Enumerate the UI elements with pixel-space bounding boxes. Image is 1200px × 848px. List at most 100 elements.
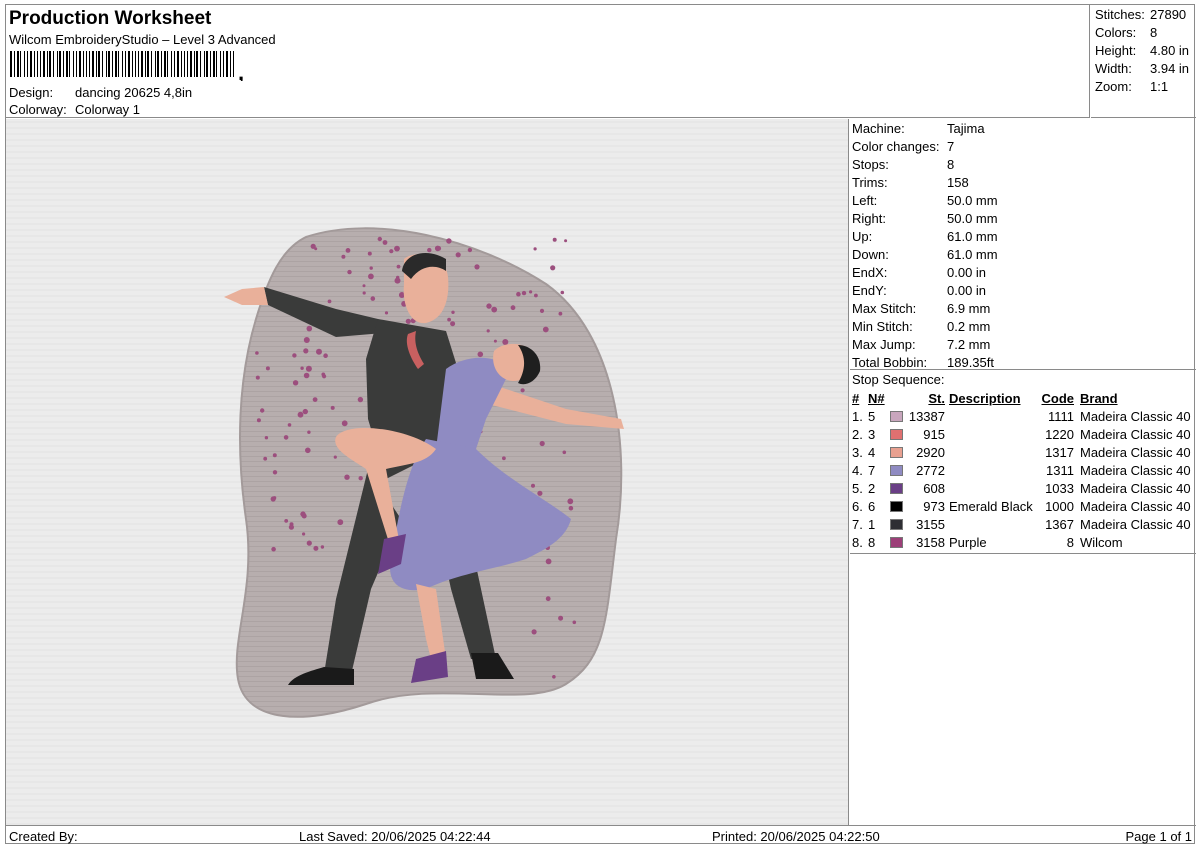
info-value: 6.9 mm (947, 301, 991, 316)
cell-st: 915 (923, 427, 945, 442)
machine-info-row: Left: 50.0 mm (852, 193, 998, 208)
header-n: N# (868, 391, 885, 406)
stat-label: Width: (1095, 61, 1132, 76)
header-code: Code (1041, 391, 1075, 406)
cell-code: 1311 (1046, 463, 1074, 478)
barcode-icon: , (10, 51, 244, 81)
header-num: # (852, 391, 860, 406)
stat-height: Height: 4.80 in (1095, 43, 1189, 58)
machine-info-row: Right: 50.0 mm (852, 211, 998, 226)
info-value: 8 (947, 157, 955, 172)
info-label: Stops: (852, 157, 889, 172)
cell-code: 1111 (1047, 409, 1074, 424)
info-label: Total Bobbin: (852, 355, 928, 370)
cell-n: 6 (868, 499, 876, 514)
stat-label: Stitches: (1095, 7, 1145, 22)
printed-date: Printed: 20/06/2025 04:22:50 (712, 829, 880, 844)
created-by: Created By: (9, 829, 78, 844)
cell-st: 2920 (916, 445, 945, 460)
info-value: 7 (947, 139, 955, 154)
cell-brand: Madeira Classic 40 (1080, 499, 1191, 514)
machine-info-row: Down: 61.0 mm (852, 247, 998, 262)
color-swatch (890, 519, 903, 530)
info-value: 0.2 mm (947, 319, 991, 334)
cell-n: 8 (868, 535, 876, 550)
divider (850, 553, 1196, 554)
info-label: Down: (852, 247, 889, 262)
info-label: Right: (852, 211, 886, 226)
stat-value: 4.80 in (1150, 43, 1190, 58)
info-label: Left: (852, 193, 878, 208)
cell-description: Emerald Black (949, 499, 1033, 514)
color-swatch (890, 465, 903, 476)
colorway-value: Colorway 1 (75, 102, 141, 117)
machine-info-row: Max Jump: 7.2 mm (852, 337, 990, 352)
cell-n: 1 (868, 517, 876, 532)
table-row: 4. 7 2772 1311 Madeira Classic 40 (850, 461, 1196, 479)
info-label: Up: (852, 229, 873, 244)
cell-st: 2772 (916, 463, 945, 478)
color-swatch (890, 483, 903, 494)
info-value: 61.0 mm (947, 229, 998, 244)
info-label: EndY: (852, 283, 887, 298)
design-value: dancing 20625 4,8in (75, 85, 193, 100)
table-row: 2. 3 915 1220 Madeira Classic 40 (850, 425, 1196, 443)
cell-n: 3 (868, 427, 876, 442)
info-value: 158 (947, 175, 969, 190)
footer: Created By: Last Saved: 20/06/2025 04:22… (6, 825, 1196, 845)
stat-value: 27890 (1150, 7, 1187, 22)
info-label: Min Stitch: (852, 319, 913, 334)
cell-st: 3155 (916, 517, 945, 532)
svg-text:,: , (238, 60, 244, 81)
color-swatch (890, 537, 903, 548)
info-value: 189.35ft (947, 355, 994, 370)
page-title: Production Worksheet (9, 8, 212, 29)
machine-info-row: Machine: Tajima (852, 121, 985, 136)
cell-code: 8 (1066, 535, 1074, 550)
cell-code: 1220 (1045, 427, 1074, 442)
colorway-row: Colorway: Colorway 1 (9, 102, 140, 117)
stat-value: 1:1 (1150, 79, 1169, 94)
cell-num: 7. (852, 517, 863, 532)
divider (850, 369, 1196, 370)
design-row: Design: dancing 20625 4,8in (9, 85, 192, 100)
table-row: 5. 2 608 1033 Madeira Classic 40 (850, 479, 1196, 497)
cell-num: 5. (852, 481, 863, 496)
stat-label: Height: (1095, 43, 1137, 58)
design-preview (6, 119, 849, 825)
stat-width: Width: 3.94 in (1095, 61, 1189, 76)
cell-brand: Madeira Classic 40 (1080, 463, 1191, 478)
machine-info-row: Up: 61.0 mm (852, 229, 998, 244)
cell-code: 1367 (1045, 517, 1074, 532)
info-label: Max Stitch: (852, 301, 917, 316)
worksheet: Production Worksheet Wilcom EmbroiderySt… (5, 4, 1196, 845)
table-row: 3. 4 2920 1317 Madeira Classic 40 (850, 443, 1196, 461)
cell-num: 2. (852, 427, 863, 442)
cell-st: 973 (923, 499, 945, 514)
cell-brand: Madeira Classic 40 (1080, 427, 1191, 442)
header-st: St. (928, 391, 945, 406)
stat-zoom: Zoom: 1:1 (1095, 79, 1168, 94)
stat-value: 3.94 in (1150, 61, 1190, 76)
cell-num: 3. (852, 445, 863, 460)
color-swatch (890, 411, 903, 422)
cell-st: 13387 (908, 409, 945, 424)
cell-num: 1. (852, 409, 863, 424)
stat-colors: Colors: 8 (1095, 25, 1157, 40)
info-value: 61.0 mm (947, 247, 998, 262)
cell-brand: Wilcom (1080, 535, 1123, 550)
info-value: 0.00 in (947, 283, 987, 298)
software-name: Wilcom EmbroideryStudio – Level 3 Advanc… (9, 32, 276, 47)
cell-num: 8. (852, 535, 863, 550)
page-number: Page 1 of 1 (1125, 829, 1193, 844)
info-label: Trims: (852, 175, 888, 190)
stat-label: Colors: (1095, 25, 1137, 40)
cell-code: 1317 (1045, 445, 1074, 460)
machine-info-panel: Machine: Tajima Color changes: 7 Stops: 8 Trim… (850, 119, 1196, 825)
info-label: Machine: (852, 121, 905, 136)
colorway-label: Colorway: (9, 102, 67, 117)
cell-brand: Madeira Classic 40 (1080, 445, 1191, 460)
machine-info-row: Max Stitch: 6.9 mm (852, 301, 990, 316)
table-header: # N# St. Description Code Brand (850, 389, 1196, 407)
stat-value: 8 (1150, 25, 1158, 40)
